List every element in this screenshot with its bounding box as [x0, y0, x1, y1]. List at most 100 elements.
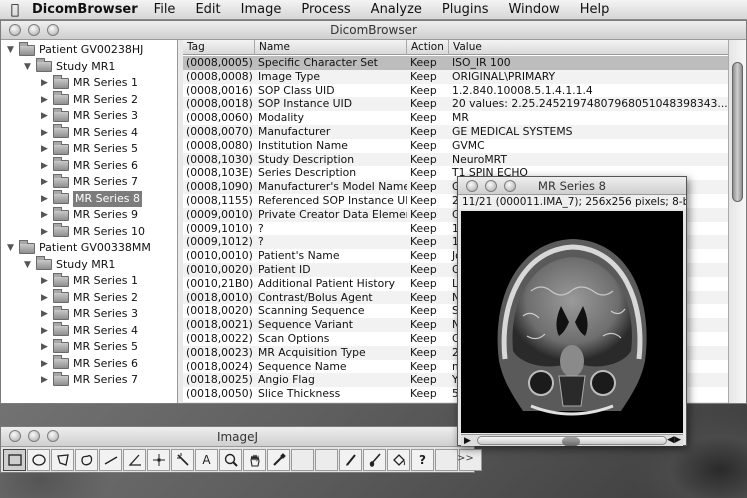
text-tool-icon[interactable]: A — [195, 449, 218, 471]
tree-node[interactable]: ▶ MR Series 6 — [41, 157, 138, 174]
cell-action[interactable]: Keep — [407, 346, 449, 360]
disclosure-collapsed-icon[interactable]: ▶ — [41, 75, 53, 91]
table-vertical-scrollbar[interactable] — [728, 40, 746, 403]
color-picker-icon[interactable] — [267, 449, 290, 471]
angle-tool-icon[interactable] — [123, 449, 146, 471]
cell-action[interactable]: Keep — [407, 277, 449, 291]
disclosure-collapsed-icon[interactable]: ▶ — [41, 323, 53, 339]
cell-action[interactable]: Keep — [407, 153, 449, 167]
disclosure-collapsed-icon[interactable]: ▶ — [41, 207, 53, 223]
tree-node[interactable]: ▶ MR Series 5 — [41, 140, 138, 157]
slice-scrollbar[interactable]: ▶ ◀▶ — [461, 434, 683, 446]
disclosure-collapsed-icon[interactable]: ▶ — [41, 108, 53, 124]
minimize-window-button[interactable] — [28, 24, 40, 36]
cell-action[interactable]: Keep — [407, 97, 449, 111]
close-window-button[interactable] — [9, 24, 21, 36]
tree-node[interactable]: ▶ MR Series 4 — [41, 124, 138, 141]
menu-window[interactable]: Window — [508, 2, 559, 17]
image-window-zoom-button[interactable] — [504, 180, 516, 192]
disclosure-collapsed-icon[interactable]: ▶ — [41, 356, 53, 372]
disclosure-collapsed-icon[interactable]: ▶ — [41, 372, 53, 388]
disclosure-collapsed-icon[interactable]: ▶ — [41, 306, 53, 322]
cell-action[interactable]: Keep — [407, 263, 449, 277]
tree-node[interactable]: ▶ MR Series 7 — [41, 173, 138, 190]
cell-action[interactable]: Keep — [407, 139, 449, 153]
table-row[interactable]: (0008,0016) SOP Class UID Keep 1.2.840.1000… — [183, 84, 728, 98]
image-window-titlebar[interactable]: MR Series 8 — [458, 177, 686, 195]
disclosure-expanded-icon[interactable]: ▼ — [7, 240, 19, 256]
zoom-window-button[interactable] — [47, 24, 59, 36]
patient-tree[interactable]: ▼ Patient GV00238HJ ▼ Study MR1 ▶ MR Series 1… — [1, 40, 178, 403]
oval-tool-icon[interactable] — [27, 449, 50, 471]
tree-node[interactable]: ▶ MR Series 6 — [41, 355, 138, 372]
disclosure-collapsed-icon[interactable]: ▶ — [41, 339, 53, 355]
cell-action[interactable]: Keep — [407, 125, 449, 139]
more-tools-icon[interactable]: >> — [457, 453, 474, 464]
cell-action[interactable]: Keep — [407, 84, 449, 98]
window-titlebar[interactable]: DicomBrowser — [1, 21, 746, 40]
point-tool-icon[interactable] — [147, 449, 170, 471]
imagej-minimize-button[interactable] — [28, 430, 40, 442]
disclosure-collapsed-icon[interactable]: ▶ — [41, 158, 53, 174]
scrollbar-thumb[interactable] — [732, 62, 743, 202]
tree-node[interactable]: ▶ MR Series 2 — [41, 289, 138, 306]
disclosure-expanded-icon[interactable]: ▼ — [24, 257, 36, 273]
play-animation-icon[interactable]: ▶ — [464, 436, 471, 446]
imagej-titlebar[interactable]: ImageJ — [1, 427, 474, 447]
tree-node[interactable]: ▶ MR Series 3 — [41, 305, 138, 322]
apple-menu-icon[interactable]:  — [0, 2, 30, 18]
cell-action[interactable]: Keep — [407, 194, 449, 208]
table-row[interactable]: (0008,0070) Manufacturer Keep GE MEDICAL SY… — [183, 125, 728, 139]
image-window-close-button[interactable] — [466, 180, 478, 192]
column-header-name[interactable]: Name — [255, 40, 407, 55]
app-menu[interactable]: DicomBrowser — [32, 2, 138, 17]
cell-action[interactable]: Keep — [407, 166, 449, 180]
freehand-tool-icon[interactable] — [75, 449, 98, 471]
tree-node[interactable]: ▼ Patient GV00338MM — [7, 239, 151, 256]
disclosure-collapsed-icon[interactable]: ▶ — [41, 224, 53, 240]
menu-process[interactable]: Process — [301, 2, 350, 17]
cell-action[interactable]: Keep — [407, 208, 449, 222]
menu-help[interactable]: Help — [580, 2, 610, 17]
disclosure-collapsed-icon[interactable]: ▶ — [41, 290, 53, 306]
tree-node[interactable]: ▶ MR Series 1 — [41, 272, 138, 289]
slice-step-arrows-icon[interactable]: ◀▶ — [667, 435, 681, 445]
slice-knob[interactable] — [562, 437, 580, 446]
disclosure-collapsed-icon[interactable]: ▶ — [41, 125, 53, 141]
tree-node[interactable]: ▶ MR Series 8 — [41, 190, 142, 207]
mr-image-canvas[interactable] — [461, 211, 683, 433]
disclosure-collapsed-icon[interactable]: ▶ — [41, 273, 53, 289]
cell-action[interactable]: Keep — [407, 360, 449, 374]
flood-fill-tool-icon[interactable] — [387, 449, 410, 471]
cell-action[interactable]: Keep — [407, 56, 449, 70]
tree-node[interactable]: ▶ MR Series 2 — [41, 91, 138, 108]
tree-node[interactable]: ▼ Patient GV00238HJ — [7, 41, 143, 58]
cell-action[interactable]: Keep — [407, 291, 449, 305]
table-row[interactable]: (0008,0060) Modality Keep MR — [183, 111, 728, 125]
disclosure-collapsed-icon[interactable]: ▶ — [41, 92, 53, 108]
tree-node[interactable]: ▶ MR Series 5 — [41, 338, 138, 355]
table-row[interactable]: (0008,0008) Image Type Keep ORIGINAL\PRIMAR… — [183, 69, 728, 84]
tree-node[interactable]: ▶ MR Series 4 — [41, 322, 138, 339]
cell-action[interactable]: Keep — [407, 304, 449, 318]
disclosure-expanded-icon[interactable]: ▼ — [24, 59, 36, 75]
column-header-tag[interactable]: Tag — [183, 40, 255, 55]
imagej-zoom-button[interactable] — [47, 430, 59, 442]
wand-tool-icon[interactable] — [171, 449, 194, 471]
menu-edit[interactable]: Edit — [195, 2, 220, 17]
column-header-value[interactable]: Value — [449, 40, 728, 55]
line-tool-icon[interactable] — [99, 449, 122, 471]
pencil-tool-icon[interactable] — [339, 449, 362, 471]
polygon-tool-icon[interactable] — [51, 449, 74, 471]
disclosure-collapsed-icon[interactable]: ▶ — [41, 174, 53, 190]
rectangle-tool-icon[interactable] — [3, 449, 26, 471]
cell-action[interactable]: Keep — [407, 235, 449, 249]
tree-node[interactable]: ▶ MR Series 7 — [41, 371, 138, 388]
cell-action[interactable]: Keep — [407, 332, 449, 346]
cell-action[interactable]: Keep — [407, 373, 449, 387]
magnifier-tool-icon[interactable] — [219, 449, 242, 471]
brush-tool-icon[interactable] — [363, 449, 386, 471]
tree-node[interactable]: ▶ MR Series 3 — [41, 107, 138, 124]
column-header-action[interactable]: Action — [407, 40, 449, 55]
disclosure-expanded-icon[interactable]: ▼ — [7, 42, 19, 58]
